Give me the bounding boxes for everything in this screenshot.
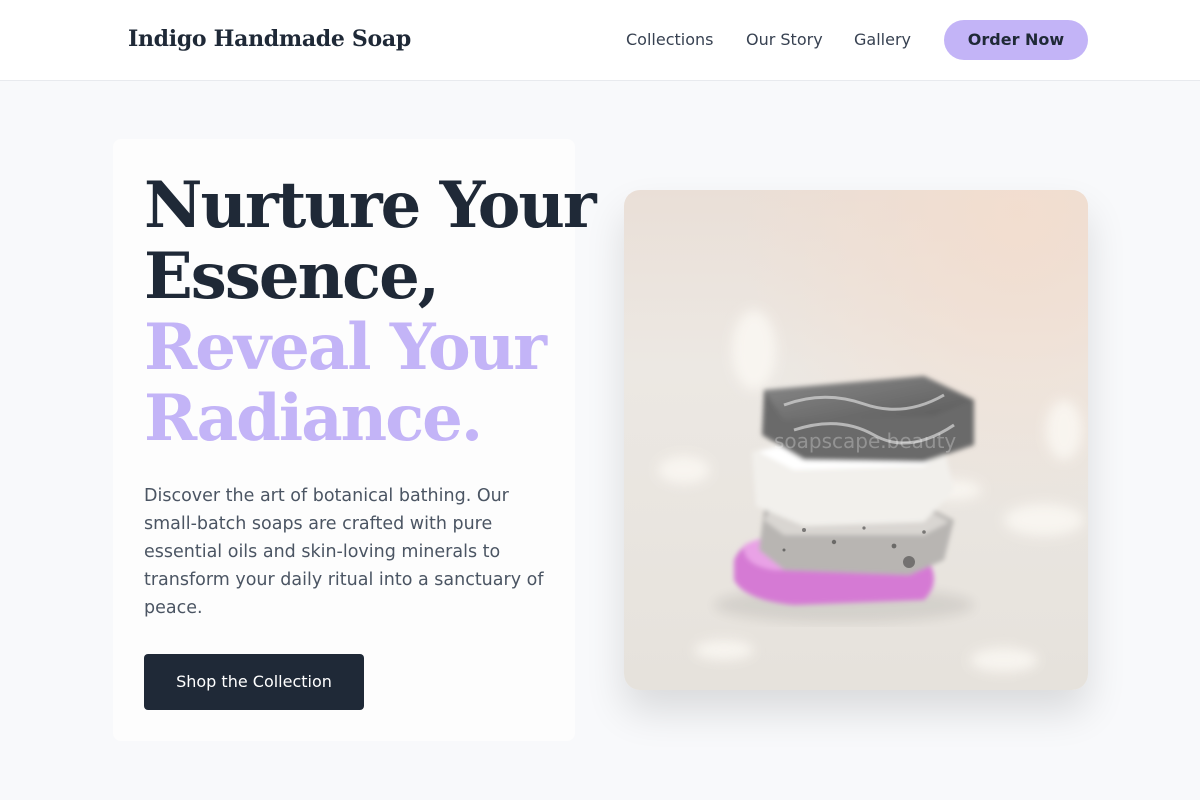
headline-line-1: Nurture Your <box>144 168 597 243</box>
headline-accent-line-2: Radiance. <box>144 381 483 456</box>
image-watermark: soapscape.beauty <box>774 429 956 453</box>
nav-link-gallery[interactable]: Gallery <box>854 30 911 49</box>
nav-link-our-story[interactable]: Our Story <box>746 30 823 49</box>
shop-collection-button[interactable]: Shop the Collection <box>144 654 364 710</box>
headline-line-2: Essence, <box>144 239 440 314</box>
nav-link-collections[interactable]: Collections <box>626 30 713 49</box>
hero-description: Discover the art of botanical bathing. O… <box>144 486 544 618</box>
top-navbar: Indigo Handmade Soap Collections Our Sto… <box>0 0 1200 81</box>
brand-logo[interactable]: Indigo Handmade Soap <box>128 26 411 52</box>
hero-headline: Nurture Your Essence, Reveal Your Radian… <box>144 168 597 456</box>
order-now-button[interactable]: Order Now <box>944 20 1088 60</box>
soap-stack-image: soapscape.beauty <box>624 190 1088 690</box>
headline-accent-line-1: Reveal Your <box>144 310 547 385</box>
